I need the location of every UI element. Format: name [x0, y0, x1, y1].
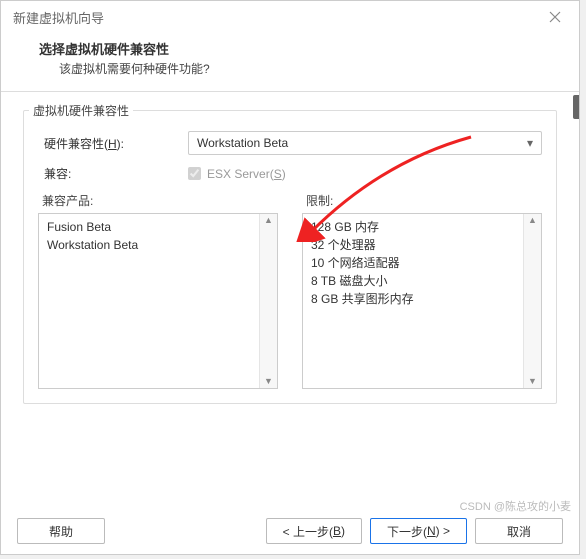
next-button[interactable]: 下一步(N) > — [370, 518, 467, 544]
list-item: Fusion Beta — [47, 218, 251, 236]
wizard-header: 选择虚拟机硬件兼容性 该虚拟机需要何种硬件功能? — [1, 33, 579, 92]
list-item: 32 个处理器 — [311, 236, 515, 254]
list-item: 10 个网络适配器 — [311, 254, 515, 272]
scrollbar[interactable]: ▲ ▼ — [259, 214, 277, 388]
chevron-down-icon: ▾ — [527, 136, 533, 150]
content-area: 虚拟机硬件兼容性 硬件兼容性(H): Workstation Beta ▾ 兼容… — [1, 92, 579, 414]
back-button[interactable]: < 上一步(B) — [266, 518, 362, 544]
new-vm-wizard-dialog: 新建虚拟机向导 选择虚拟机硬件兼容性 该虚拟机需要何种硬件功能? 虚拟机硬件兼容… — [0, 0, 580, 555]
page-title: 选择虚拟机硬件兼容性 — [39, 39, 551, 58]
products-items: Fusion Beta Workstation Beta — [39, 214, 259, 388]
select-value: Workstation Beta — [197, 136, 288, 150]
list-item: Workstation Beta — [47, 236, 251, 254]
list-item: 128 GB 内存 — [311, 218, 515, 236]
hardware-compat-row: 硬件兼容性(H): Workstation Beta ▾ — [38, 131, 542, 155]
limits-column: 限制: 128 GB 内存 32 个处理器 10 个网络适配器 8 TB 磁盘大… — [302, 192, 542, 389]
hardware-compat-select[interactable]: Workstation Beta ▾ — [188, 131, 542, 155]
window-title: 新建虚拟机向导 — [13, 8, 104, 27]
limits-items: 128 GB 内存 32 个处理器 10 个网络适配器 8 TB 磁盘大小 8 … — [303, 214, 523, 388]
groupbox-label: 虚拟机硬件兼容性 — [29, 102, 133, 119]
nav-buttons: < 上一步(B) 下一步(N) > 取消 — [266, 518, 563, 544]
footer-buttons: 帮助 < 上一步(B) 下一步(N) > 取消 — [1, 518, 579, 544]
products-listbox[interactable]: Fusion Beta Workstation Beta ▲ ▼ — [38, 213, 278, 389]
hardware-compat-group: 硬件兼容性(H): Workstation Beta ▾ 兼容: ESX Ser… — [23, 110, 557, 404]
scroll-up-icon[interactable]: ▲ — [528, 216, 537, 225]
list-item: 8 TB 磁盘大小 — [311, 272, 515, 290]
scroll-down-icon[interactable]: ▼ — [264, 377, 273, 386]
scrollbar[interactable]: ▲ ▼ — [523, 214, 541, 388]
titlebar: 新建虚拟机向导 — [1, 1, 579, 33]
scroll-down-icon[interactable]: ▼ — [528, 377, 537, 386]
esx-label: ESX Server(S) — [207, 167, 286, 181]
scroll-up-icon[interactable]: ▲ — [264, 216, 273, 225]
hardware-compat-label: 硬件兼容性(H): — [38, 135, 188, 152]
compat-row: 兼容: ESX Server(S) — [38, 165, 542, 182]
limits-listbox[interactable]: 128 GB 内存 32 个处理器 10 个网络适配器 8 TB 磁盘大小 8 … — [302, 213, 542, 389]
watermark: CSDN @陈总攻的小麦 — [460, 498, 571, 514]
two-column-lists: 兼容产品: Fusion Beta Workstation Beta ▲ ▼ 限… — [38, 192, 542, 389]
compat-label: 兼容: — [38, 165, 188, 182]
esx-checkbox — [188, 167, 201, 180]
list-item: 8 GB 共享图形内存 — [311, 290, 515, 308]
page-subtitle: 该虚拟机需要何种硬件功能? — [39, 60, 551, 77]
products-label: 兼容产品: — [38, 192, 278, 209]
cancel-button[interactable]: 取消 — [475, 518, 563, 544]
esx-checkbox-row: ESX Server(S) — [188, 167, 286, 181]
help-button[interactable]: 帮助 — [17, 518, 105, 544]
edge-tab — [573, 95, 579, 119]
close-icon — [549, 11, 561, 23]
close-button[interactable] — [539, 3, 571, 31]
products-column: 兼容产品: Fusion Beta Workstation Beta ▲ ▼ — [38, 192, 278, 389]
limits-label: 限制: — [302, 192, 542, 209]
